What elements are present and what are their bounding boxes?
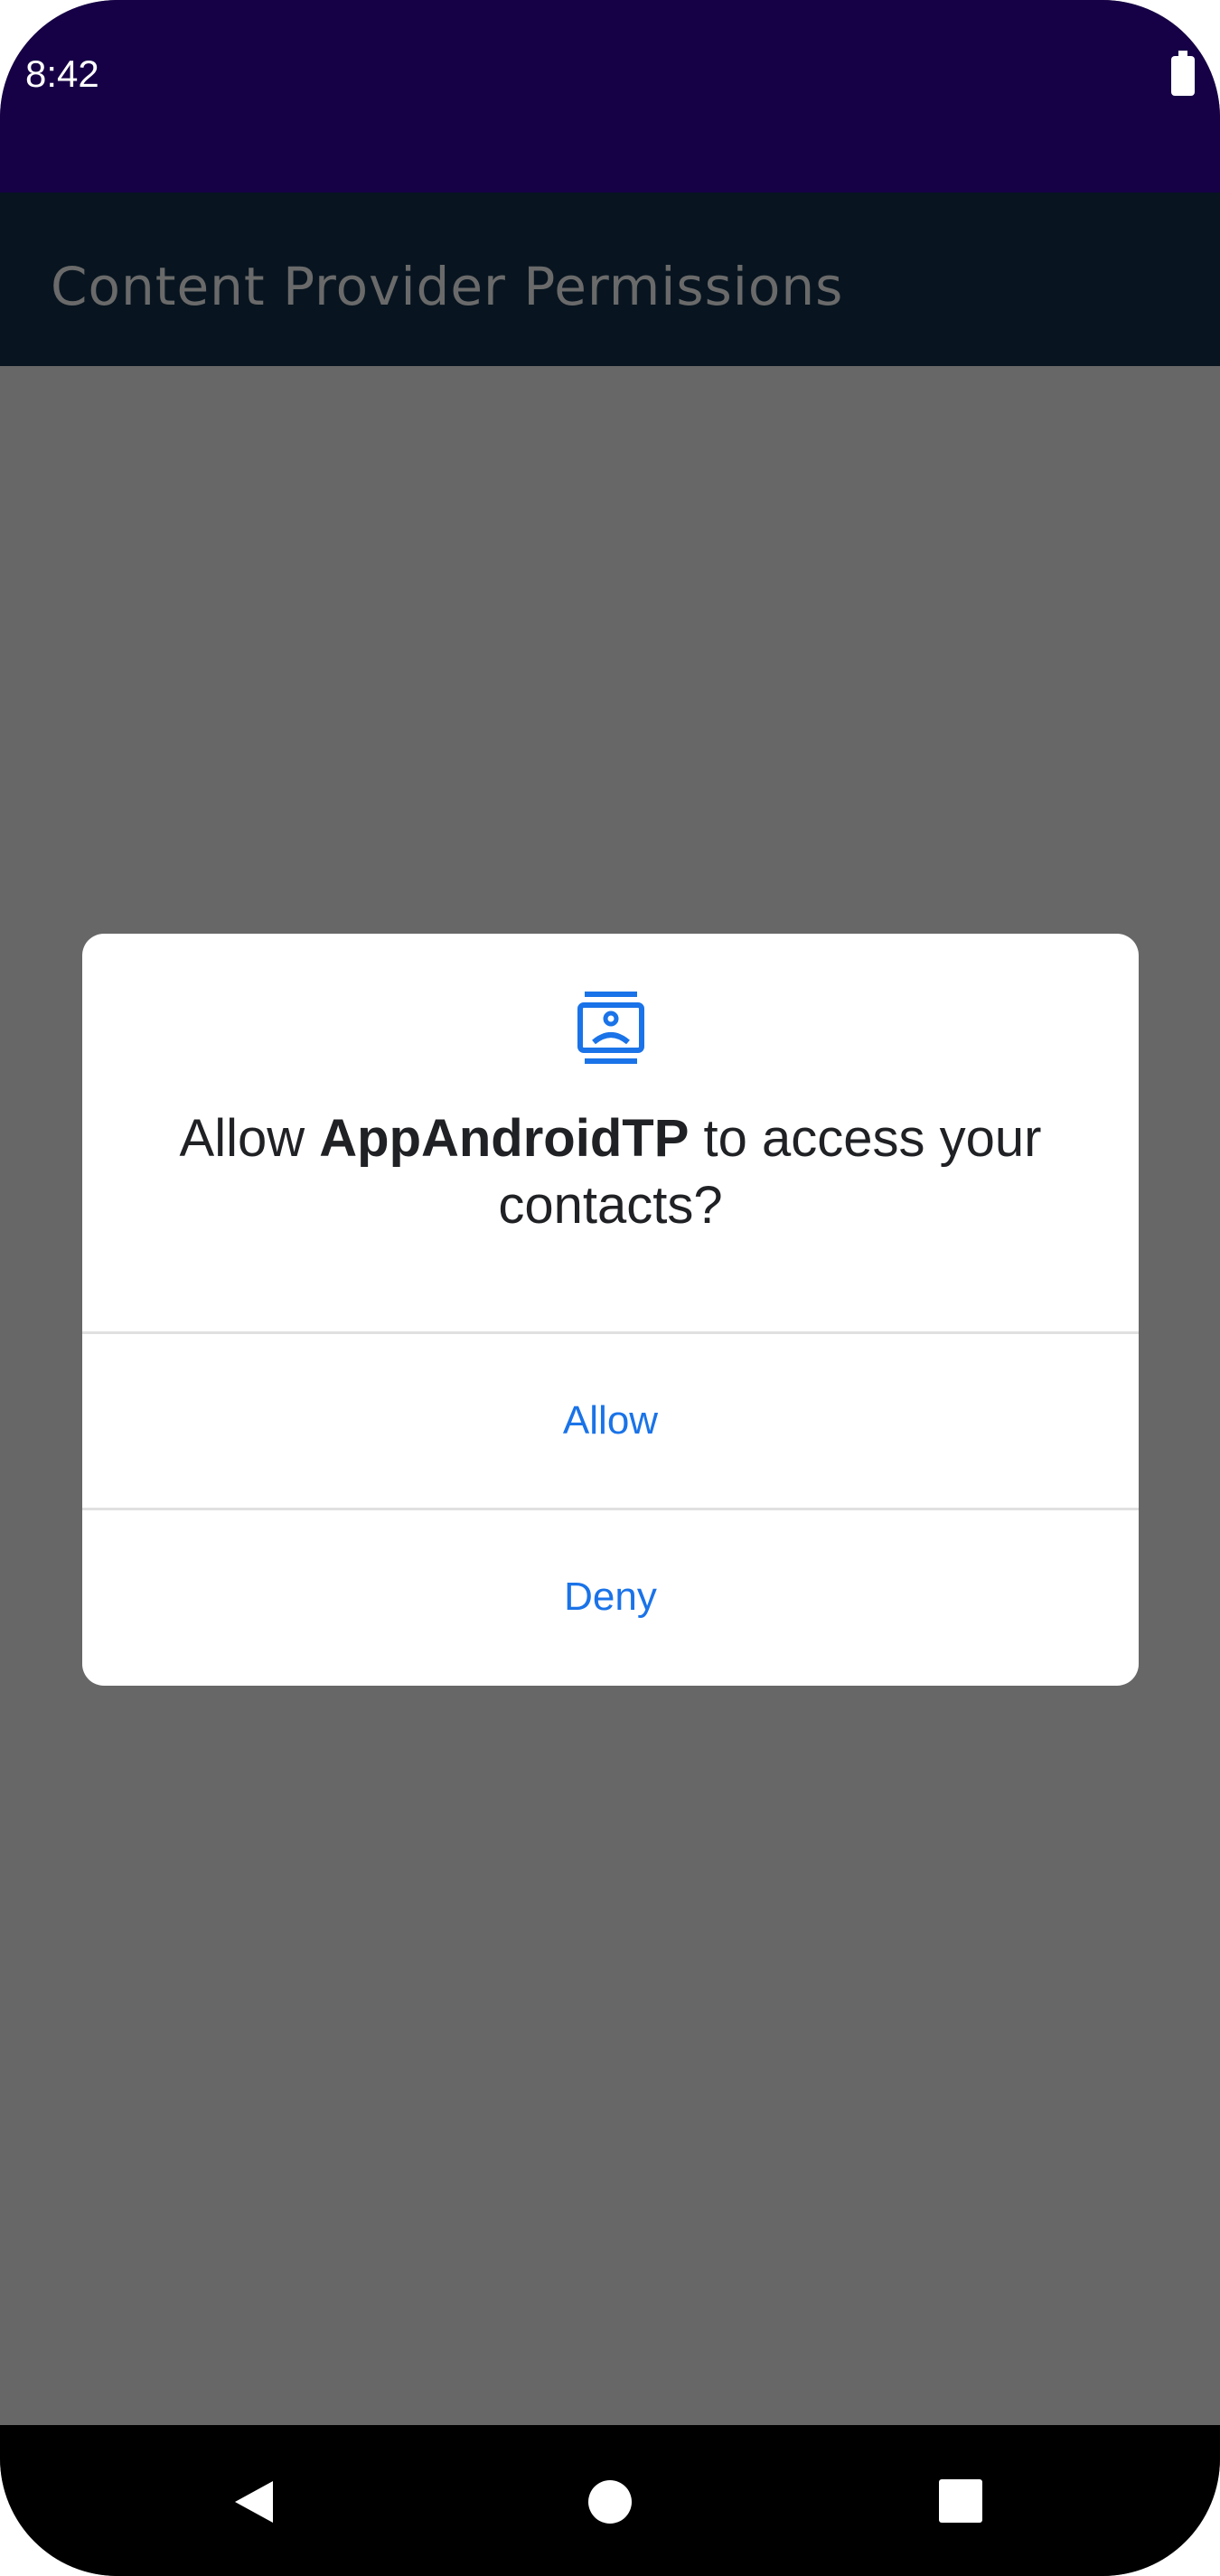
- message-prefix: Allow: [179, 1109, 320, 1168]
- app-bar: Content Provider Permissions: [0, 193, 1220, 366]
- allow-button[interactable]: Allow: [82, 1334, 1139, 1508]
- home-icon[interactable]: [587, 2479, 633, 2524]
- deny-button[interactable]: Deny: [82, 1510, 1139, 1684]
- permission-message: Allow AppAndroidTP to access your contac…: [82, 1105, 1139, 1239]
- app-name: AppAndroidTP: [319, 1109, 690, 1168]
- phone-screen: 8:42 Content Provider Permissions Allow …: [0, 0, 1220, 2576]
- page-title: Content Provider Permissions: [51, 256, 844, 317]
- status-time: 8:42: [25, 52, 99, 95]
- permission-dialog: Allow AppAndroidTP to access your contac…: [82, 934, 1139, 1686]
- status-bar: 8:42: [0, 0, 1220, 193]
- back-icon[interactable]: [231, 2479, 277, 2524]
- navigation-bar: [0, 2425, 1220, 2576]
- battery-full-icon: [1171, 51, 1195, 96]
- contacts-icon: [577, 992, 644, 1064]
- recents-icon[interactable]: [939, 2479, 982, 2523]
